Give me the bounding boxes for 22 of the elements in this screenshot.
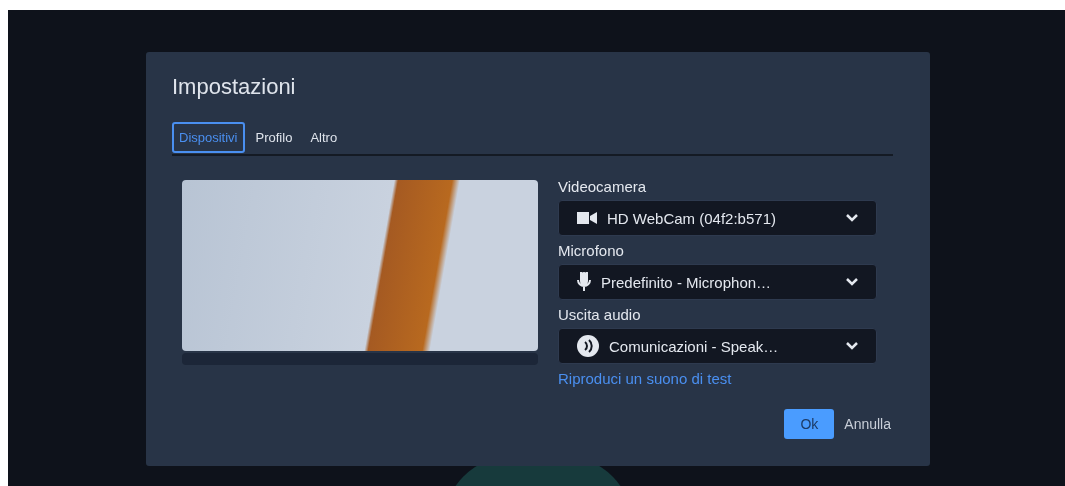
tab[interactable]: Profilo bbox=[248, 122, 300, 153]
dialog-title: Impostazioni bbox=[172, 74, 297, 101]
cancel-button[interactable]: Annulla bbox=[842, 409, 893, 439]
speaker-icon bbox=[577, 335, 599, 357]
field-label: Uscita audio bbox=[558, 306, 642, 323]
tab[interactable]: Dispositivi bbox=[172, 122, 245, 153]
field-label: Microfono bbox=[558, 242, 625, 259]
dropdown-value: HD WebCam (04f2:b571) bbox=[607, 209, 777, 227]
chevron-down-icon bbox=[846, 342, 858, 350]
ok-button[interactable]: Ok bbox=[784, 409, 835, 439]
device-dropdown[interactable]: Comunicazioni - Speak… bbox=[558, 328, 877, 364]
dropdown-value: Predefinito - Microphon… bbox=[601, 273, 773, 291]
dropdown-value: Comunicazioni - Speak… bbox=[609, 337, 780, 355]
device-dropdown[interactable]: Predefinito - Microphon… bbox=[558, 264, 877, 300]
field-label: Videocamera bbox=[558, 178, 648, 195]
microphone-icon bbox=[577, 272, 591, 292]
test-sound-link[interactable]: Riproduci un suono di test bbox=[558, 370, 732, 387]
tab[interactable]: Altro bbox=[303, 122, 345, 153]
device-dropdown[interactable]: HD WebCam (04f2:b571) bbox=[558, 200, 877, 236]
video-camera-icon bbox=[577, 211, 597, 225]
chevron-down-icon bbox=[846, 278, 858, 286]
chevron-down-icon bbox=[846, 214, 858, 222]
